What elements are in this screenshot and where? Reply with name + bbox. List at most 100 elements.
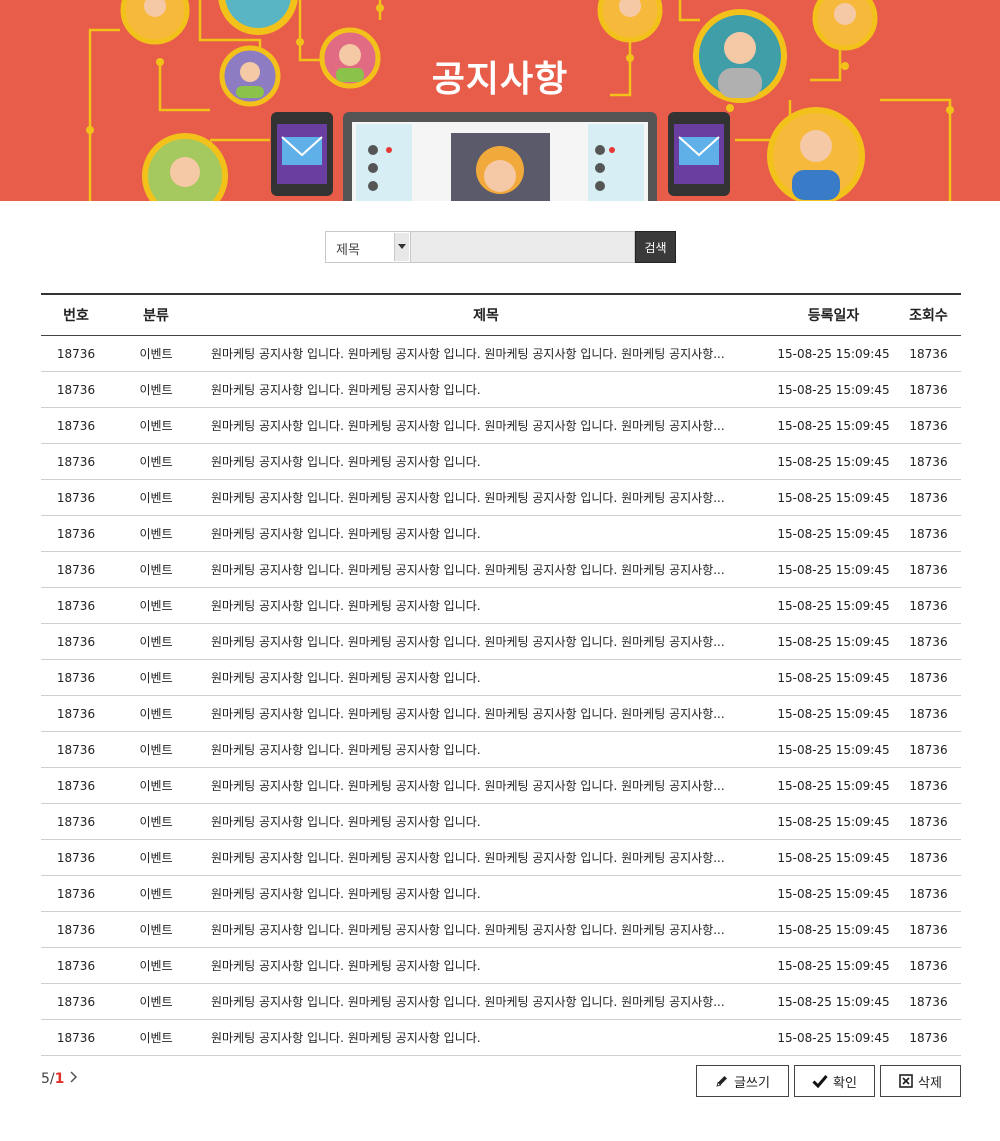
cell-date: 15-08-25 15:09:45	[777, 490, 890, 505]
delete-button-label: 삭제	[918, 1075, 942, 1091]
cell-date: 15-08-25 15:09:45	[777, 742, 890, 757]
cell-num: 18736	[56, 346, 96, 361]
table-row[interactable]: 18736 이벤트 원마케팅 공지사항 입니다. 원마케팅 공지사항 입니다. 원마…	[41, 840, 961, 876]
table-row[interactable]: 18736 이벤트 원마케팅 공지사항 입니다. 원마케팅 공지사항 입니다. 15-…	[41, 948, 961, 984]
cell-title[interactable]: 원마케팅 공지사항 입니다. 원마케팅 공지사항 입니다. 원마케팅 공지사항 …	[201, 633, 771, 650]
cell-category: 이벤트	[139, 959, 173, 973]
table-row[interactable]: 18736 이벤트 원마케팅 공지사항 입니다. 원마케팅 공지사항 입니다. 15-…	[41, 588, 961, 624]
table-row[interactable]: 18736 이벤트 원마케팅 공지사항 입니다. 원마케팅 공지사항 입니다. 15-…	[41, 732, 961, 768]
cell-title[interactable]: 원마케팅 공지사항 입니다. 원마케팅 공지사항 입니다. 원마케팅 공지사항 …	[201, 489, 771, 506]
cell-title[interactable]: 원마케팅 공지사항 입니다. 원마케팅 공지사항 입니다.	[201, 381, 771, 398]
cell-title[interactable]: 원마케팅 공지사항 입니다. 원마케팅 공지사항 입니다.	[201, 669, 771, 686]
table-body: 18736 이벤트 원마케팅 공지사항 입니다. 원마케팅 공지사항 입니다. 원마…	[41, 336, 961, 1056]
cell-category: 이벤트	[139, 671, 173, 685]
search-bar: 제목 검색	[325, 231, 676, 263]
cell-title[interactable]: 원마케팅 공지사항 입니다. 원마케팅 공지사항 입니다.	[201, 885, 771, 902]
cell-category: 이벤트	[139, 383, 173, 397]
cell-date: 15-08-25 15:09:45	[777, 634, 890, 649]
cell-date: 15-08-25 15:09:45	[777, 346, 890, 361]
cell-title[interactable]: 원마케팅 공지사항 입니다. 원마케팅 공지사항 입니다. 원마케팅 공지사항 …	[201, 777, 771, 794]
pencil-icon	[715, 1074, 729, 1088]
table-header: 번호 분류 제목 등록일자 조회수	[41, 295, 961, 336]
cell-num: 18736	[56, 382, 96, 397]
cell-title[interactable]: 원마케팅 공지사항 입니다. 원마케팅 공지사항 입니다.	[201, 741, 771, 758]
cell-views: 18736	[909, 850, 948, 865]
cell-date: 15-08-25 15:09:45	[777, 886, 890, 901]
cell-views: 18736	[909, 958, 948, 973]
cell-num: 18736	[56, 598, 96, 613]
cell-title[interactable]: 원마케팅 공지사항 입니다. 원마케팅 공지사항 입니다. 원마케팅 공지사항 …	[201, 345, 771, 362]
cell-category: 이벤트	[139, 995, 173, 1009]
cell-category: 이벤트	[139, 887, 173, 901]
cell-title[interactable]: 원마케팅 공지사항 입니다. 원마케팅 공지사항 입니다. 원마케팅 공지사항 …	[201, 921, 771, 938]
cell-num: 18736	[56, 490, 96, 505]
search-button[interactable]: 검색	[635, 231, 676, 263]
cell-num: 18736	[56, 562, 96, 577]
cell-date: 15-08-25 15:09:45	[777, 850, 890, 865]
cell-num: 18736	[56, 922, 96, 937]
table-row[interactable]: 18736 이벤트 원마케팅 공지사항 입니다. 원마케팅 공지사항 입니다. 15-…	[41, 876, 961, 912]
table-row[interactable]: 18736 이벤트 원마케팅 공지사항 입니다. 원마케팅 공지사항 입니다. 원마…	[41, 696, 961, 732]
cell-category: 이벤트	[139, 419, 173, 433]
cell-views: 18736	[909, 346, 948, 361]
cell-title[interactable]: 원마케팅 공지사항 입니다. 원마케팅 공지사항 입니다.	[201, 1029, 771, 1046]
cell-views: 18736	[909, 418, 948, 433]
table-row[interactable]: 18736 이벤트 원마케팅 공지사항 입니다. 원마케팅 공지사항 입니다. 원마…	[41, 984, 961, 1020]
header-category: 분류	[143, 308, 169, 324]
table-row[interactable]: 18736 이벤트 원마케팅 공지사항 입니다. 원마케팅 공지사항 입니다. 15-…	[41, 444, 961, 480]
cell-title[interactable]: 원마케팅 공지사항 입니다. 원마케팅 공지사항 입니다.	[201, 597, 771, 614]
table-row[interactable]: 18736 이벤트 원마케팅 공지사항 입니다. 원마케팅 공지사항 입니다. 15-…	[41, 516, 961, 552]
cell-views: 18736	[909, 922, 948, 937]
cell-date: 15-08-25 15:09:45	[777, 526, 890, 541]
cell-title[interactable]: 원마케팅 공지사항 입니다. 원마케팅 공지사항 입니다. 원마케팅 공지사항 …	[201, 993, 771, 1010]
table-row[interactable]: 18736 이벤트 원마케팅 공지사항 입니다. 원마케팅 공지사항 입니다. 원마…	[41, 480, 961, 516]
cell-title[interactable]: 원마케팅 공지사항 입니다. 원마케팅 공지사항 입니다. 원마케팅 공지사항 …	[201, 705, 771, 722]
cell-category: 이벤트	[139, 599, 173, 613]
confirm-button[interactable]: 확인	[794, 1065, 875, 1097]
table-row[interactable]: 18736 이벤트 원마케팅 공지사항 입니다. 원마케팅 공지사항 입니다. 원마…	[41, 768, 961, 804]
table-row[interactable]: 18736 이벤트 원마케팅 공지사항 입니다. 원마케팅 공지사항 입니다. 15-…	[41, 372, 961, 408]
cell-category: 이벤트	[139, 563, 173, 577]
cell-title[interactable]: 원마케팅 공지사항 입니다. 원마케팅 공지사항 입니다.	[201, 525, 771, 542]
search-input[interactable]	[411, 231, 635, 263]
cell-views: 18736	[909, 670, 948, 685]
cell-title[interactable]: 원마케팅 공지사항 입니다. 원마케팅 공지사항 입니다. 원마케팅 공지사항 …	[201, 849, 771, 866]
page-current[interactable]: 1	[55, 1071, 65, 1087]
cell-title[interactable]: 원마케팅 공지사항 입니다. 원마케팅 공지사항 입니다.	[201, 453, 771, 470]
cell-num: 18736	[56, 742, 96, 757]
table-row[interactable]: 18736 이벤트 원마케팅 공지사항 입니다. 원마케팅 공지사항 입니다. 원마…	[41, 408, 961, 444]
table-row[interactable]: 18736 이벤트 원마케팅 공지사항 입니다. 원마케팅 공지사항 입니다. 원마…	[41, 336, 961, 372]
cell-category: 이벤트	[139, 527, 173, 541]
chevron-down-icon[interactable]	[394, 233, 409, 261]
page-title: 공지사항	[431, 59, 569, 100]
search-field-select[interactable]: 제목	[325, 231, 411, 263]
cell-title[interactable]: 원마케팅 공지사항 입니다. 원마케팅 공지사항 입니다. 원마케팅 공지사항 …	[201, 417, 771, 434]
cell-date: 15-08-25 15:09:45	[777, 814, 890, 829]
cell-date: 15-08-25 15:09:45	[777, 454, 890, 469]
table-row[interactable]: 18736 이벤트 원마케팅 공지사항 입니다. 원마케팅 공지사항 입니다. 15-…	[41, 1020, 961, 1056]
cell-category: 이벤트	[139, 455, 173, 469]
cell-date: 15-08-25 15:09:45	[777, 382, 890, 397]
cell-num: 18736	[56, 634, 96, 649]
cell-views: 18736	[909, 706, 948, 721]
table-row[interactable]: 18736 이벤트 원마케팅 공지사항 입니다. 원마케팅 공지사항 입니다. 원마…	[41, 552, 961, 588]
notice-table: 번호 분류 제목 등록일자 조회수 18736 이벤트 원마케팅 공지사항 입니다.…	[41, 293, 961, 1056]
table-row[interactable]: 18736 이벤트 원마케팅 공지사항 입니다. 원마케팅 공지사항 입니다. 15-…	[41, 804, 961, 840]
cell-views: 18736	[909, 886, 948, 901]
chevron-right-icon[interactable]	[70, 1071, 78, 1087]
confirm-button-label: 확인	[833, 1075, 857, 1091]
cell-num: 18736	[56, 418, 96, 433]
cell-title[interactable]: 원마케팅 공지사항 입니다. 원마케팅 공지사항 입니다.	[201, 813, 771, 830]
table-row[interactable]: 18736 이벤트 원마케팅 공지사항 입니다. 원마케팅 공지사항 입니다. 원마…	[41, 912, 961, 948]
delete-button[interactable]: 삭제	[880, 1065, 961, 1097]
cell-title[interactable]: 원마케팅 공지사항 입니다. 원마케팅 공지사항 입니다.	[201, 957, 771, 974]
cell-num: 18736	[56, 526, 96, 541]
table-row[interactable]: 18736 이벤트 원마케팅 공지사항 입니다. 원마케팅 공지사항 입니다. 15-…	[41, 660, 961, 696]
cell-num: 18736	[56, 454, 96, 469]
cell-title[interactable]: 원마케팅 공지사항 입니다. 원마케팅 공지사항 입니다. 원마케팅 공지사항 …	[201, 561, 771, 578]
cell-num: 18736	[56, 850, 96, 865]
cell-category: 이벤트	[139, 851, 173, 865]
table-row[interactable]: 18736 이벤트 원마케팅 공지사항 입니다. 원마케팅 공지사항 입니다. 원마…	[41, 624, 961, 660]
write-button[interactable]: 글쓰기	[696, 1065, 789, 1097]
cell-views: 18736	[909, 634, 948, 649]
